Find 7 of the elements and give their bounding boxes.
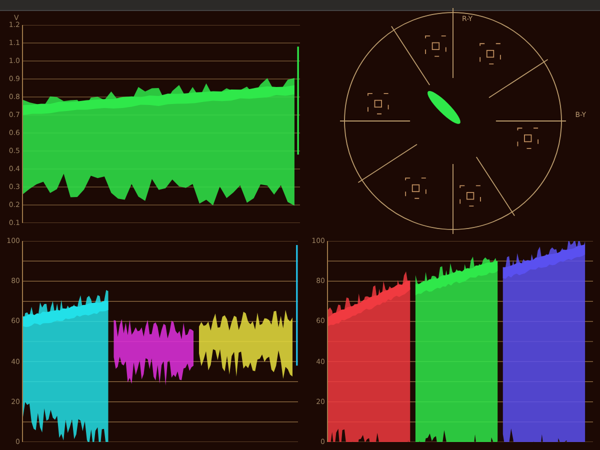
target-icon [516, 128, 538, 149]
target-icon [459, 185, 480, 206]
signal-trace [427, 90, 460, 124]
target-icon [424, 36, 446, 57]
target-icon [367, 93, 388, 114]
target-icon [404, 178, 426, 199]
target-icon [479, 43, 500, 64]
